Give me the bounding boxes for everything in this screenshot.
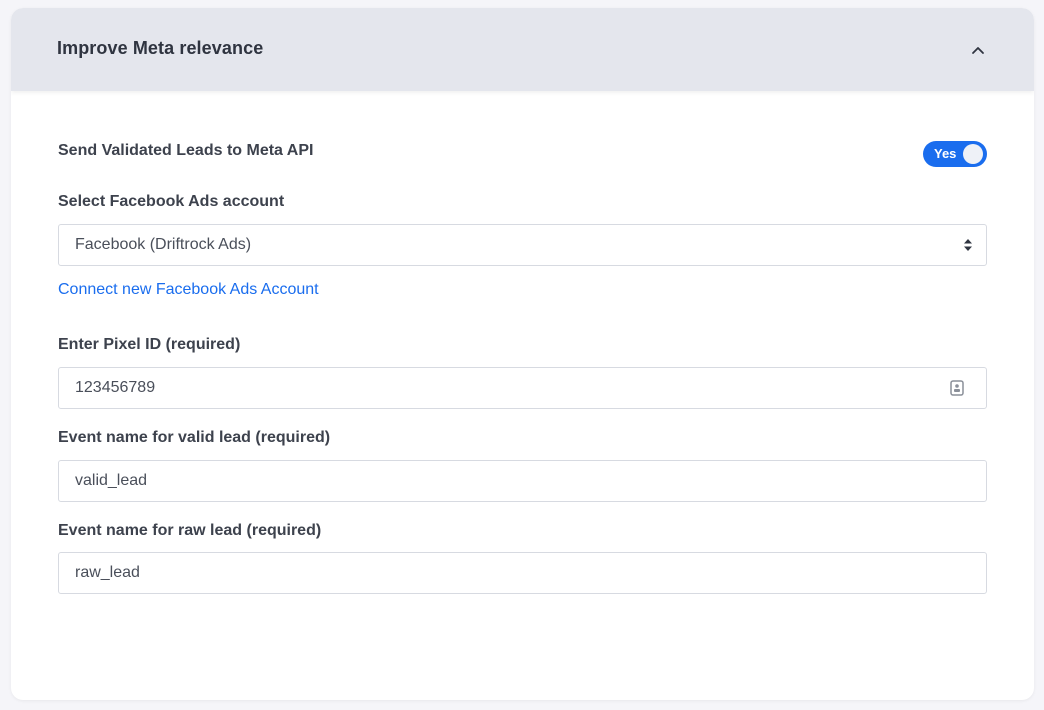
raw-lead-event-value: raw_lead [75,564,140,581]
toggle-knob [963,144,983,164]
meta-relevance-panel: Improve Meta relevance Send Validated Le… [11,8,1034,700]
pixel-id-value: 123456789 [75,379,156,396]
send-leads-toggle[interactable]: Yes [923,141,987,167]
pixel-id-input[interactable]: 123456789 [58,367,987,409]
valid-lead-event-input[interactable]: valid_lead [58,460,987,502]
raw-lead-event-label: Event name for raw lead (required) [58,522,322,539]
panel-header[interactable]: Improve Meta relevance [11,8,1034,91]
send-leads-label: Send Validated Leads to Meta API [58,142,314,159]
ads-account-select[interactable]: Facebook (Driftrock Ads) [58,224,987,266]
connect-facebook-account-link[interactable]: Connect new Facebook Ads Account [58,281,319,299]
contact-card-icon[interactable] [950,380,964,396]
raw-lead-event-input[interactable]: raw_lead [58,552,987,594]
ads-account-selected-value: Facebook (Driftrock Ads) [75,236,252,253]
pixel-id-label: Enter Pixel ID (required) [58,336,241,353]
panel-title: Improve Meta relevance [57,38,264,58]
ads-account-label: Select Facebook Ads account [58,193,285,210]
toggle-text: Yes [934,146,957,161]
chevron-up-icon[interactable] [970,42,986,58]
valid-lead-event-label: Event name for valid lead (required) [58,429,331,446]
valid-lead-event-value: valid_lead [75,472,148,489]
select-arrows-icon [964,239,972,251]
